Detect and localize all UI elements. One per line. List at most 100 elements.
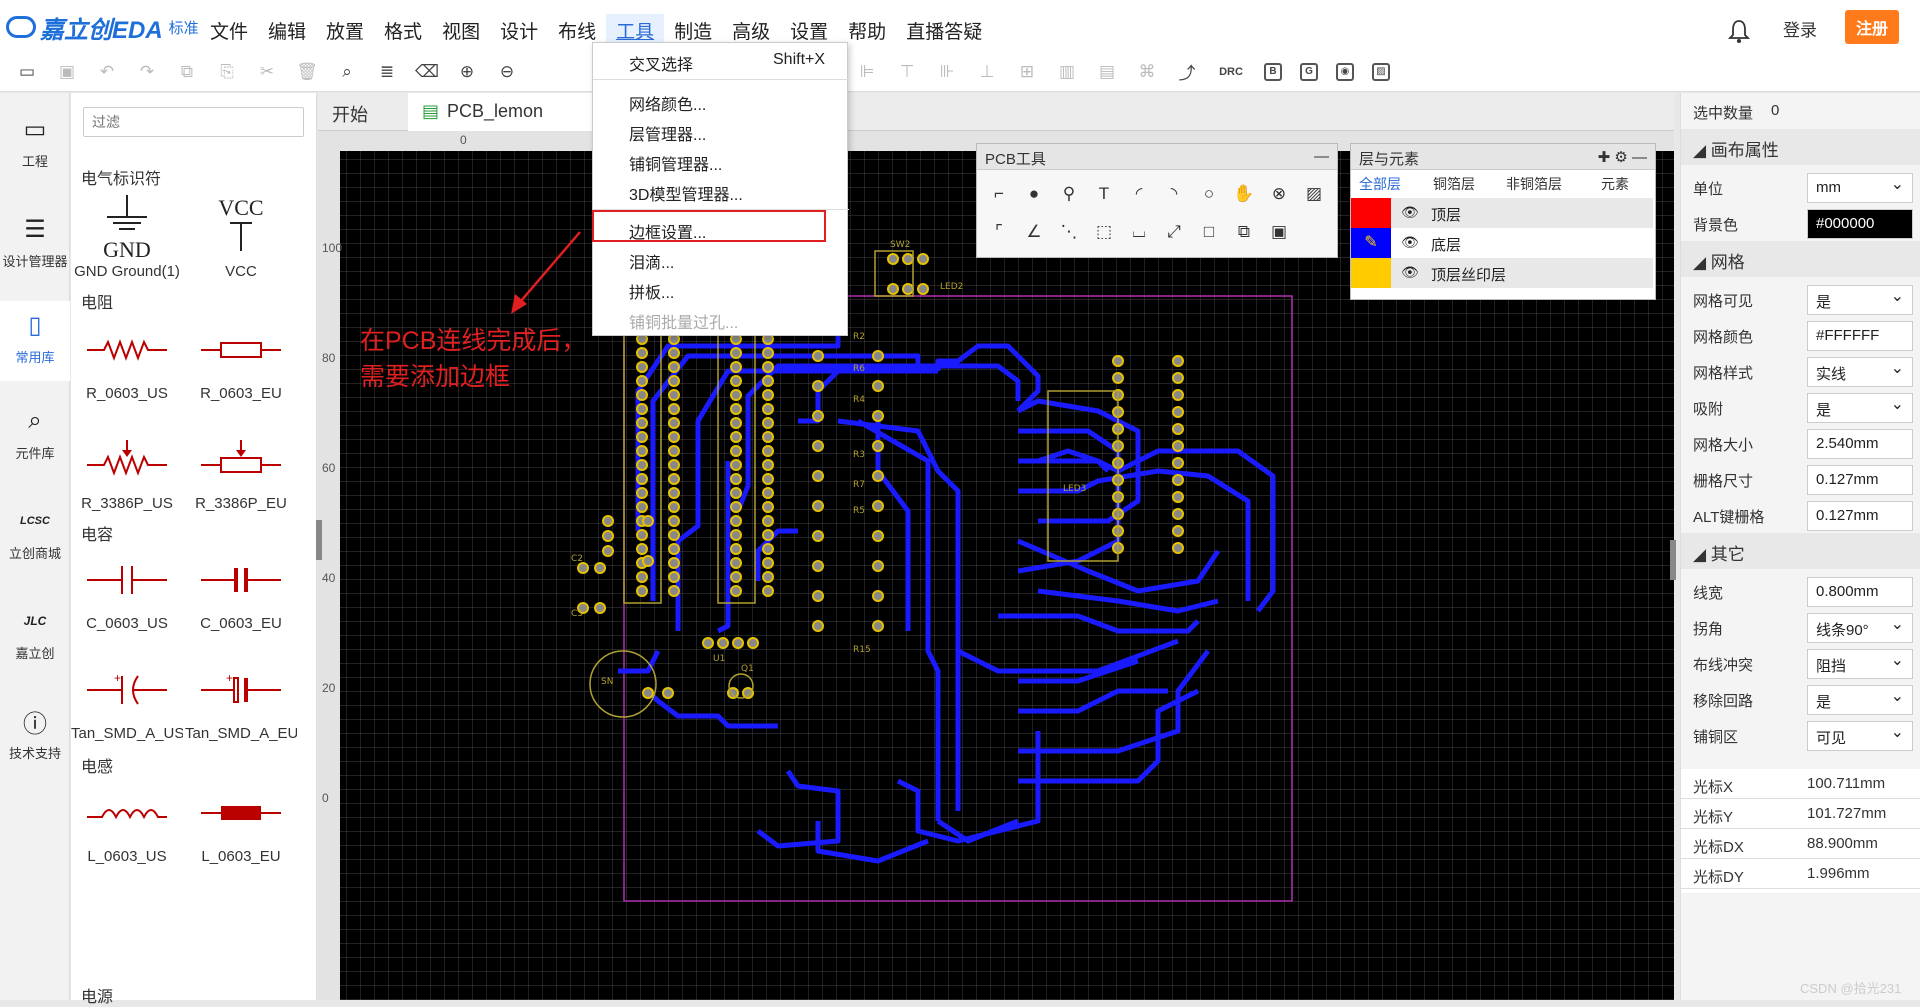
corner-select[interactable]: 线条90° <box>1807 613 1913 643</box>
track-tool-icon[interactable]: ⌐ <box>987 182 1011 206</box>
grid-visible-select[interactable]: 是 <box>1807 285 1913 315</box>
menu-item-net-color[interactable]: 网络颜色... <box>629 91 706 115</box>
save-icon[interactable]: ▣ <box>56 61 78 83</box>
grid-dim-input[interactable]: 0.127mm <box>1807 465 1913 495</box>
panel-collapse-handle[interactable] <box>316 520 322 560</box>
filter-input[interactable] <box>83 107 304 137</box>
section-other[interactable]: ◢ 其它 <box>1681 533 1920 569</box>
layer-color-swatch[interactable] <box>1351 258 1391 288</box>
library-item-tan-us[interactable]: + Tan_SMD_A_US <box>71 655 183 765</box>
distribute-v-icon[interactable]: ▤ <box>1096 61 1118 83</box>
cut-icon[interactable]: ✂ <box>256 61 278 83</box>
menu-item-cross-select[interactable]: 交叉选择 <box>629 51 693 75</box>
menu-file[interactable]: 文件 <box>200 14 258 47</box>
search-icon[interactable]: ⌕ <box>336 61 358 83</box>
layer-tab-all[interactable]: 全部层 <box>1359 174 1401 194</box>
eye-icon[interactable]: 👁 <box>1401 234 1419 251</box>
board-3d-icon[interactable]: ◉ <box>1336 62 1354 81</box>
route-icon[interactable]: ⤴ <box>1176 61 1198 83</box>
align-top-icon[interactable]: ⊤ <box>896 61 918 83</box>
connect-tool-icon[interactable]: ⋱ <box>1057 220 1081 244</box>
props-collapse-handle[interactable] <box>1670 540 1676 580</box>
menu-item-panelize[interactable]: 拼板... <box>629 279 674 303</box>
library-item-r3386eu[interactable]: R_3386P_EU <box>185 425 297 535</box>
register-button[interactable]: 注册 <box>1845 10 1899 44</box>
pencil-icon[interactable]: ✎ <box>1351 228 1391 258</box>
menu-item-layer-manager[interactable]: 层管理器... <box>629 121 706 145</box>
arc2-tool-icon[interactable]: ◝ <box>1162 182 1186 206</box>
board-g-icon[interactable]: G <box>1300 62 1318 81</box>
snap-select[interactable]: 是 <box>1807 393 1913 423</box>
layer-tab-copper[interactable]: 铜箔层 <box>1433 174 1475 194</box>
angle-tool-icon[interactable]: ∠ <box>1022 220 1046 244</box>
rect-tool-icon[interactable]: □ <box>1197 220 1221 244</box>
distribute-h-icon[interactable]: ▥ <box>1056 61 1078 83</box>
layer-tab-non-copper[interactable]: 非铜箔层 <box>1506 174 1562 194</box>
eye-icon[interactable]: 👁 <box>1401 264 1419 281</box>
align-center-icon[interactable]: ⊞ <box>1016 61 1038 83</box>
align-right-icon[interactable]: ⊪ <box>936 61 958 83</box>
library-item-vcc[interactable]: VCC VCC <box>185 193 297 303</box>
grid-style-select[interactable]: 实线 <box>1807 357 1913 387</box>
copy-icon[interactable]: ⧉ <box>176 61 198 83</box>
menu-view[interactable]: 视图 <box>432 14 490 47</box>
unit-select[interactable]: mm <box>1807 173 1913 203</box>
login-link[interactable]: 登录 <box>1783 16 1817 41</box>
paste-icon[interactable]: ⎘ <box>216 61 238 83</box>
layer-row-top-silk[interactable]: 👁 顶层丝印层 <box>1351 258 1653 288</box>
minimize-icon[interactable]: — <box>1314 148 1329 165</box>
menu-live-qa[interactable]: 直播答疑 <box>896 14 992 47</box>
delete-icon[interactable]: 🗑 <box>296 61 318 83</box>
sidebar-item-project[interactable]: ▭ 工程 <box>0 111 70 170</box>
menu-place[interactable]: 放置 <box>316 14 374 47</box>
copper-area-select[interactable]: 可见 <box>1807 721 1913 751</box>
sidebar-item-common-library[interactable]: ▯ 常用库 <box>0 301 70 381</box>
text-tool-icon[interactable]: T <box>1092 182 1116 206</box>
solid-region-icon[interactable]: ⬚ <box>1092 220 1116 244</box>
menu-format[interactable]: 格式 <box>374 14 432 47</box>
grid-size-input[interactable]: 2.540mm <box>1807 429 1913 459</box>
section-canvas-properties[interactable]: ◢ 画布属性 <box>1681 129 1920 165</box>
group-icon[interactable]: ⌘ <box>1136 61 1158 83</box>
pin-settings-icons[interactable]: ✚ ⚙ — <box>1598 148 1647 166</box>
conflict-select[interactable]: 阻挡 <box>1807 649 1913 679</box>
zoom-out-icon[interactable]: ⊖ <box>496 61 518 83</box>
bell-icon[interactable] <box>1728 18 1750 44</box>
pad-tool-icon[interactable]: ● <box>1022 182 1046 206</box>
library-item-l0603us[interactable]: L_0603_US <box>71 778 183 888</box>
remove-loop-select[interactable]: 是 <box>1807 685 1913 715</box>
image-tool-icon[interactable]: ▨ <box>1302 182 1326 206</box>
grid-color-input[interactable]: #FFFFFF <box>1807 321 1913 351</box>
align-left-icon[interactable]: ⊫ <box>856 61 878 83</box>
library-item-r0603eu[interactable]: R_0603_EU <box>185 315 297 425</box>
align-bottom-icon[interactable]: ⊥ <box>976 61 998 83</box>
menu-item-copper-via[interactable]: 铺铜批量过孔... <box>629 309 738 333</box>
drc-button[interactable]: DRC <box>1216 61 1246 83</box>
redo-icon[interactable]: ↷ <box>136 61 158 83</box>
menu-item-copper-manager[interactable]: 铺铜管理器... <box>629 151 722 175</box>
sidebar-item-component-library[interactable]: ⌕ 元件库 <box>0 403 70 462</box>
copper-area-icon[interactable]: ⌴ <box>1127 220 1151 244</box>
layer-color-swatch[interactable] <box>1351 198 1391 228</box>
pan-tool-icon[interactable]: ✋ <box>1232 182 1256 206</box>
tab-pcb-lemon[interactable]: ▤ PCB_lemon <box>408 93 608 131</box>
erase-icon[interactable]: ⌫ <box>415 61 439 83</box>
library-item-tan-eu[interactable]: + Tan_SMD_A_EU <box>185 655 297 765</box>
sidebar-item-design-manager[interactable]: ☰ 设计管理器 <box>0 211 70 270</box>
hole-tool-icon[interactable]: ⊗ <box>1267 182 1291 206</box>
library-item-c0603us[interactable]: C_0603_US <box>71 545 183 655</box>
menu-edit[interactable]: 编辑 <box>258 14 316 47</box>
measure-tool-icon[interactable]: ⤢ <box>1162 220 1186 244</box>
sidebar-item-support[interactable]: ⓘ 技术支持 <box>0 703 70 762</box>
image-export-icon[interactable]: ▨ <box>1372 62 1390 81</box>
layer-row-bottom[interactable]: ✎ 👁 底层 <box>1351 228 1653 258</box>
eye-icon[interactable]: 👁 <box>1401 204 1419 221</box>
line-width-input[interactable]: 0.800mm <box>1807 577 1913 607</box>
section-grid[interactable]: ◢ 网格 <box>1681 241 1920 277</box>
library-item-gnd[interactable]: GND GND Ground(1) <box>71 193 183 303</box>
layer-row-top[interactable]: 👁 顶层 <box>1351 198 1653 228</box>
board-b-icon[interactable]: B <box>1264 62 1282 81</box>
layer-tab-elements[interactable]: 元素 <box>1601 174 1629 194</box>
alt-grid-input[interactable]: 0.127mm <box>1807 501 1913 531</box>
library-item-r0603us[interactable]: R_0603_US <box>71 315 183 425</box>
